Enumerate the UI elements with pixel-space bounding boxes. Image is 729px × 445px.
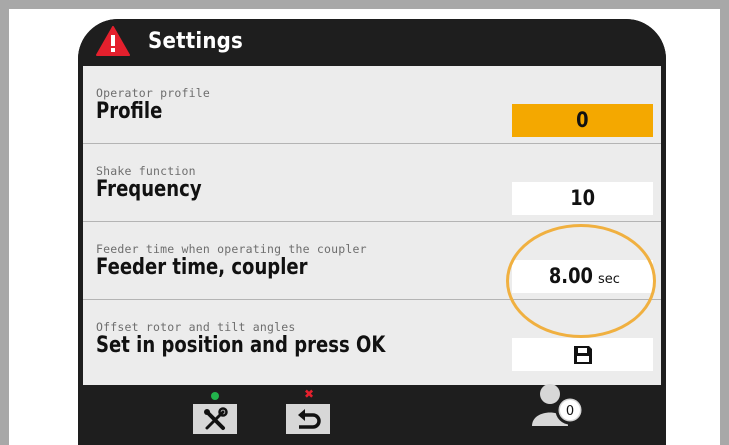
setting-row-profile[interactable]: Operator profile Profile 0 bbox=[83, 66, 661, 144]
setting-description: Offset rotor and tilt angles bbox=[96, 320, 296, 334]
setting-value: 10 bbox=[570, 186, 595, 210]
operator-profile-icon[interactable]: 0 bbox=[530, 380, 588, 426]
tools-icon bbox=[204, 407, 228, 430]
title-bar: Settings bbox=[78, 19, 666, 66]
tools-softkey[interactable] bbox=[193, 404, 237, 434]
status-led-green bbox=[211, 392, 219, 400]
status-cross-red: ✖ bbox=[304, 387, 315, 401]
save-icon bbox=[574, 346, 592, 364]
operator-badge: 0 bbox=[566, 404, 574, 419]
setting-row-frequency[interactable]: Shake function Frequency 10 bbox=[83, 144, 661, 222]
setting-description: Shake function bbox=[96, 164, 196, 178]
setting-label: Frequency bbox=[96, 177, 202, 202]
warning-icon bbox=[96, 26, 130, 56]
setting-label: Profile bbox=[96, 99, 163, 124]
annotation-highlight-ring bbox=[506, 224, 656, 338]
setting-description: Feeder time when operating the coupler bbox=[96, 242, 367, 256]
setting-label: Set in position and press OK bbox=[96, 333, 386, 358]
setting-value: 0 bbox=[576, 108, 589, 132]
setting-description: Operator profile bbox=[96, 86, 210, 100]
page-title: Settings bbox=[148, 29, 244, 54]
frequency-value-field[interactable]: 10 bbox=[512, 182, 653, 215]
save-position-field[interactable] bbox=[512, 338, 653, 371]
back-arrow-icon bbox=[298, 409, 321, 429]
setting-label: Feeder time, coupler bbox=[96, 255, 308, 280]
back-softkey[interactable] bbox=[286, 404, 330, 434]
profile-value-field[interactable]: 0 bbox=[512, 104, 653, 137]
